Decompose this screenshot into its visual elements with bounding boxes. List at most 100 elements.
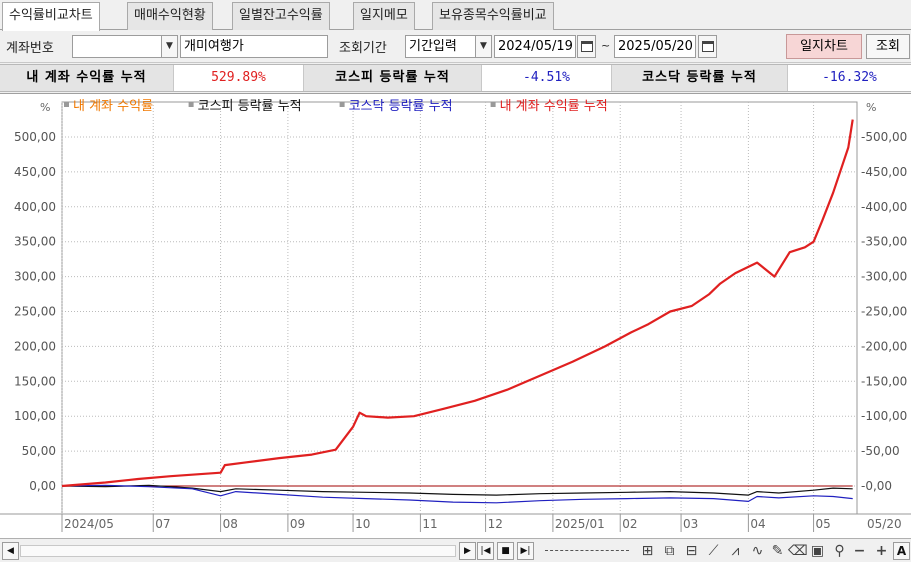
x-tick-label: 2025/01 (555, 517, 605, 531)
save-image-icon[interactable]: ▣ (808, 541, 827, 561)
plot-frame (61, 101, 858, 515)
wave-tool-icon[interactable]: ∿ (748, 541, 767, 561)
line-tool-icon[interactable]: ⟋ (704, 541, 723, 561)
kospi-label: 코스피 등락률 누적 (304, 65, 482, 91)
y-tick-label-right: -500,00 (861, 130, 907, 144)
legend-item-1: 코스피 등락률 누적 (198, 99, 302, 114)
account-label: 계좌번호 (6, 41, 54, 56)
tab-daily-balance-return[interactable]: 일별잔고수익률 (232, 2, 330, 30)
legend-marker (490, 102, 496, 107)
period-mode-select[interactable]: 기간입력 (405, 35, 477, 58)
x-tick-label: 09 (290, 517, 305, 531)
legend-marker (188, 102, 194, 107)
x-tick-label: 04 (750, 517, 765, 531)
y-unit-right: % (866, 101, 876, 114)
x-tick-label: 03 (683, 517, 698, 531)
y-tick-label-left: 200,00 (14, 339, 56, 353)
x-tick-label: 10 (355, 517, 370, 531)
y-tick-label-left: 150,00 (14, 374, 56, 388)
period-mode-dropdown-icon[interactable]: ▼ (475, 35, 492, 58)
y-tick-label-right: -350,00 (861, 235, 907, 249)
y-tick-label-right: -150,00 (861, 374, 907, 388)
y-axis-right: % -500,00 -450,00 -400,00 -350,00 -300,00 -250… (861, 101, 907, 493)
date-range-separator: ~ (601, 39, 611, 52)
scroll-right-button[interactable]: ▶ (459, 542, 476, 560)
end-date-field[interactable]: 2025/05/20 (614, 35, 696, 58)
start-calendar-icon[interactable] (577, 35, 596, 58)
first-page-button[interactable]: |◀ (477, 542, 494, 560)
stop-button[interactable]: ■ (497, 542, 514, 560)
y-tick-label-right: -0,00 (861, 479, 892, 493)
horizontal-scrollbar[interactable] (20, 545, 456, 557)
y-tick-label-right: -400,00 (861, 200, 907, 214)
tab-journal-memo[interactable]: 일지메모 (353, 2, 415, 30)
y-tick-label-right: -100,00 (861, 409, 907, 423)
account-dropdown-icon[interactable]: ▼ (161, 35, 178, 58)
return-comparison-chart[interactable]: % 500,00 450,00 400,00 350,00 300,00 250,00 200… (0, 93, 911, 539)
y-tick-label-left: 100,00 (14, 409, 56, 423)
y-tick-label-right: -300,00 (861, 270, 907, 284)
y-tick-label-right: -450,00 (861, 165, 907, 179)
x-tick-label: 05 (816, 517, 831, 531)
zoom-in-button[interactable]: + (872, 541, 891, 561)
chart-svg[interactable]: % 500,00 450,00 400,00 350,00 300,00 250,00 200… (0, 94, 911, 540)
grid-tool-icon[interactable]: ⊟ (682, 541, 701, 561)
y-tick-label-left: 0,00 (29, 479, 56, 493)
y-tick-label-left: 450,00 (14, 165, 56, 179)
y-unit-left: % (40, 101, 50, 114)
series-line-0 (61, 119, 854, 488)
corner-a-button[interactable]: A (893, 542, 910, 560)
end-calendar-icon[interactable] (698, 35, 717, 58)
tab-bar: 수익률비교차트 매매수익현황 일별잔고수익률 일지메모 보유종목수익률비교 (0, 0, 911, 31)
y-tick-label-left: 400,00 (14, 200, 56, 214)
my-return-label: 내 계좌 수익률 누적 (0, 65, 174, 91)
magnifier-icon[interactable]: ⚲ (830, 541, 849, 561)
account-name-field[interactable]: 개미여행가 (180, 35, 328, 58)
x-last-date-label: 05/20 (867, 517, 902, 531)
y-tick-label-left: 250,00 (14, 305, 56, 319)
y-tick-label-left: 50,00 (22, 444, 56, 458)
last-page-button[interactable]: ▶| (517, 542, 534, 560)
tab-holdings-return-compare[interactable]: 보유종목수익률비교 (432, 2, 554, 30)
window-tool-icon[interactable]: ⧉ (660, 541, 679, 561)
erase-tool-icon[interactable]: ⌫ (788, 541, 808, 561)
chart-bottom-bar: ◀ ▶ |◀ ■ ▶| ⊞ ⧉ ⊟ ⟋ ⩘ ∿ ✎ ⌫ ▣ ⚲ − + A (0, 538, 911, 562)
my-return-value: 529.89% (174, 65, 304, 91)
y-tick-label-right: -250,00 (861, 305, 907, 319)
query-toolbar: 계좌번호 ▼ 개미여행가 조회기간 기간입력 ▼ 2024/05/19 ~ 20… (0, 31, 911, 63)
legend-item-2: 코스닥 등락률 누적 (349, 99, 453, 114)
query-button[interactable]: 조회 (866, 34, 910, 59)
account-number-field[interactable] (72, 35, 162, 58)
crosshair-tool-icon[interactable]: ⊞ (638, 541, 657, 561)
legend-marker (64, 102, 69, 107)
legend-item-0: 내 계좌 수익률 (73, 99, 153, 114)
kosdaq-value: -16.32% (822, 70, 877, 85)
tab-trade-profit-status[interactable]: 매매수익현황 (127, 2, 213, 30)
period-label: 조회기간 (339, 41, 387, 56)
x-tick-label: 2024/05 (64, 517, 114, 531)
start-date-field[interactable]: 2024/05/19 (494, 35, 576, 58)
y-tick-label-right: -200,00 (861, 339, 907, 353)
y-axis-left: % 500,00 450,00 400,00 350,00 300,00 250,00 200… (14, 101, 56, 493)
legend-item-3: 내 계좌 수익률 누적 (500, 99, 608, 114)
summary-row: 내 계좌 수익률 누적 529.89% 코스피 등락률 누적 -4.51% 코스… (0, 64, 911, 92)
journal-chart-button[interactable]: 일지차트 (786, 34, 862, 59)
scroll-left-button[interactable]: ◀ (2, 542, 19, 560)
pen-tool-icon[interactable]: ✎ (768, 541, 787, 561)
y-tick-label-left: 500,00 (14, 130, 56, 144)
x-tick-label: 08 (223, 517, 238, 531)
chart-grid (0, 101, 911, 515)
x-axis: 2024/05 07 08 09 10 11 12 2025/01 02 03 04 05 05/20 (61, 514, 902, 532)
zoom-out-button[interactable]: − (850, 541, 869, 561)
kosdaq-label: 코스닥 등락률 누적 (612, 65, 788, 91)
zoom-slider[interactable] (545, 550, 629, 552)
chart-legend: 내 계좌 수익률 코스피 등락률 누적 코스닥 등락률 누적 내 계좌 수익률 누적 (64, 99, 608, 114)
x-tick-label: 12 (488, 517, 503, 531)
x-tick-label: 07 (155, 517, 170, 531)
trend-tool-icon[interactable]: ⩘ (726, 541, 745, 561)
y-tick-label-right: -50,00 (861, 444, 900, 458)
x-tick-label: 02 (622, 517, 637, 531)
y-tick-label-left: 350,00 (14, 235, 56, 249)
tab-return-compare-chart[interactable]: 수익률비교차트 (2, 2, 100, 31)
kospi-value: -4.51% (482, 65, 612, 91)
